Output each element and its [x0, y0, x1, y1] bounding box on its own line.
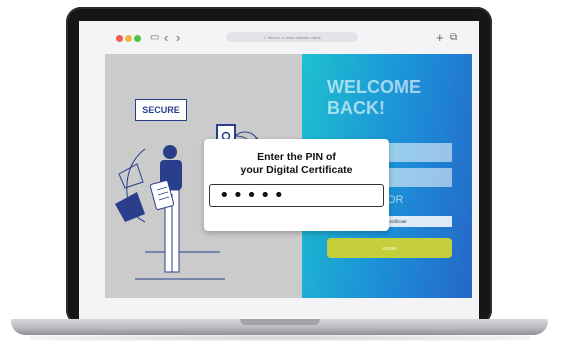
login-button[interactable]: LOGIN [327, 238, 452, 258]
welcome-heading: WELCOME BACK! [327, 77, 421, 119]
pin-dialog-title-line-1: Enter the PIN of [257, 151, 336, 163]
pin-dialog-title: Enter the PIN of your Digital Certificat… [204, 151, 389, 177]
laptop-screen: ▭ ‹ › ⌕ Search or enter website name + ⧉ [79, 21, 479, 319]
browser-toolbar: ▭ ‹ › ⌕ Search or enter website name + ⧉ [79, 21, 479, 51]
pin-dialog: Enter the PIN of your Digital Certificat… [204, 139, 389, 231]
tabs-icon[interactable]: ⧉ [450, 30, 457, 46]
plant-leaf-outline [118, 163, 144, 189]
address-bar[interactable]: ⌕ Search or enter website name [226, 32, 358, 42]
sidebar-icon[interactable]: ▭ [150, 30, 159, 46]
or-divider: OR [387, 194, 404, 206]
address-placeholder: Search or enter website name [267, 34, 321, 40]
plus-icon[interactable]: + [436, 30, 444, 46]
close-window-button[interactable] [116, 35, 123, 42]
chevron-left-icon[interactable]: ‹ [164, 30, 168, 46]
pin-input[interactable] [209, 184, 384, 207]
welcome-line-1: WELCOME [327, 77, 421, 97]
chevron-right-icon[interactable]: › [176, 30, 180, 46]
search-icon: ⌕ [263, 34, 266, 40]
secure-badge: SECURE [135, 99, 187, 121]
pin-dialog-title-line-2: your Digital Certificate [240, 164, 353, 176]
welcome-line-2: BACK! [327, 98, 385, 118]
laptop-base-notch [240, 319, 320, 325]
laptop-shadow [30, 335, 530, 341]
maximize-window-button[interactable] [134, 35, 141, 42]
plant-leaf [115, 192, 145, 222]
person-head [163, 145, 177, 159]
minimize-window-button[interactable] [125, 35, 132, 42]
